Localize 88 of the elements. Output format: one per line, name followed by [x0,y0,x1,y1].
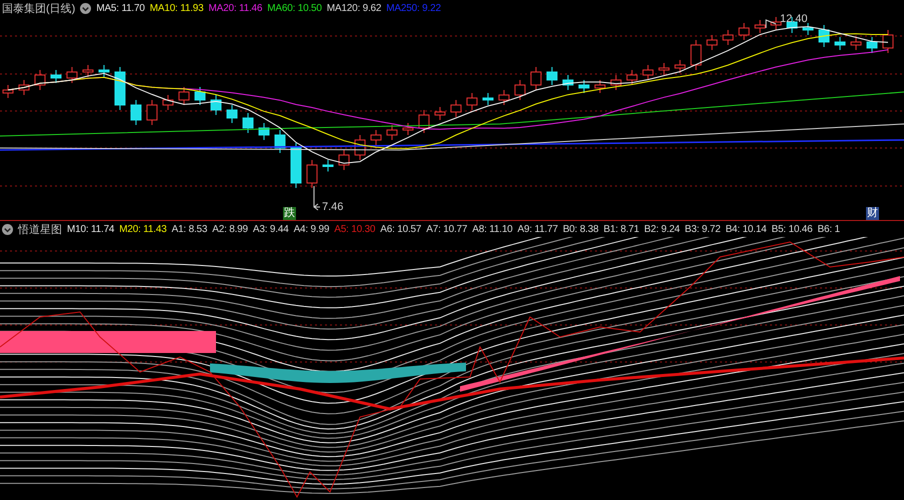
indicator-label: A8: 11.10 [472,224,513,234]
candlestick [850,36,862,50]
event-marker[interactable]: 财 [866,207,879,220]
indicator-label: MA10: 11.93 [150,2,204,14]
candlestick [2,84,14,98]
candlestick [642,64,654,80]
candlestick [162,94,174,110]
indicator-label: M20: 11.43 [119,224,167,234]
candlestick [722,30,734,46]
candlestick [706,34,718,50]
candlestick [258,122,270,140]
indicator-label: MA120: 9.62 [326,2,382,14]
indicator-label: B4: 10.14 [725,224,766,234]
candlestick [626,70,638,86]
candlestick [562,74,574,90]
candlestick [290,142,302,188]
indicator-label: B1: 8.71 [603,224,640,234]
candlestick [498,90,510,106]
indicator-label: A3: 9.44 [252,224,289,234]
indicator-label: A7: 10.77 [426,224,468,234]
candlestick [866,36,878,54]
indicator-label: A9: 11.77 [518,224,558,234]
candlestick [466,92,478,110]
candlestick [274,130,286,154]
indicator-label: A5: 10.30 [334,224,376,234]
indicator-label: B2: 9.24 [644,224,680,234]
candlestick [834,36,846,50]
indicator-label: A6: 10.57 [380,224,422,234]
candlestick [66,66,78,84]
candlestick [594,80,606,94]
leader-line [766,19,776,28]
event-marker[interactable]: 跌 [283,207,296,220]
candlestick [658,62,670,76]
candlestick [34,70,46,90]
indicator-label: A4: 9.99 [294,224,330,234]
candlestick [98,64,110,78]
panel-title: 悟道星图 [18,222,62,236]
candlestick [242,112,254,134]
candlestick [738,22,750,40]
candlestick [130,100,142,126]
indicator-label: B5: 10.46 [771,224,812,234]
candlestick [882,30,894,54]
indicator-label: MA20: 11.46 [208,2,262,14]
candlestick [338,150,350,170]
candlestick [402,122,414,136]
candlestick [50,70,62,84]
candlestick [306,160,318,188]
candlestick [114,66,126,110]
candlestick [18,80,30,96]
panel-title: 国泰集团(日线) [2,2,76,16]
candlestick [82,64,94,78]
low-price-label: 7.46 [322,201,344,213]
indicator-label: MA250: 9.22 [386,2,441,14]
candlestick [802,22,814,36]
indicator-label: MA5: 11.70 [96,2,145,14]
candlestick [194,86,206,106]
candlestick [146,100,158,126]
candlestick [434,106,446,120]
candlestick [770,16,782,30]
candlestick [418,110,430,134]
indicator-label: A1: 8.53 [172,224,208,234]
candlestick [178,86,190,106]
candlestick [322,160,334,172]
indicator-label: B6: 1 [817,224,840,234]
indicator-label: MA60: 10.50 [267,2,322,14]
candlestick [386,124,398,140]
indicator-label: A2: 8.99 [212,224,248,234]
candlestick [546,66,558,86]
candlestick [210,94,222,116]
candlestick [530,66,542,90]
candlestick [578,80,590,94]
indicator-label: M10: 11.74 [67,224,114,234]
dropdown-icon[interactable] [2,224,13,234]
indicator-label: B0: 8.38 [562,224,598,234]
candlestick [674,60,686,74]
candlestick [354,134,366,160]
candlestick [514,80,526,100]
indicator-label: B3: 9.72 [684,224,720,234]
candlestick [482,92,494,106]
candlestick [610,74,622,90]
dropdown-icon[interactable] [80,2,92,14]
candlestick [754,20,766,34]
candlestick [226,104,238,124]
candlestick [370,130,382,146]
candlestick [818,24,830,48]
candlestick [690,40,702,70]
leader-line [314,186,320,210]
candlestick [450,100,462,118]
